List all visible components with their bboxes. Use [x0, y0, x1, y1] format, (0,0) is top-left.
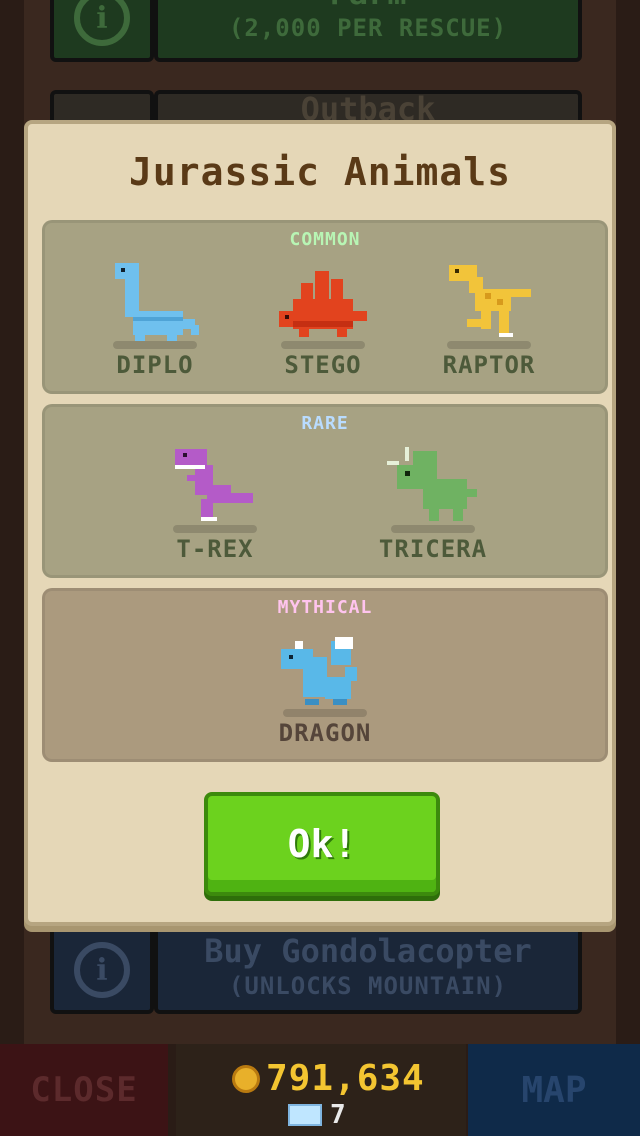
bottom-bar: CLOSE 791,634 7 MAP	[0, 1044, 640, 1136]
mythical-section: MYTHICAL DRAGON	[42, 588, 608, 762]
farm-subtitle: (2,000 PER RESCUE)	[228, 14, 508, 42]
section-title-rare: RARE	[301, 413, 349, 434]
stego-sprite-icon	[279, 271, 367, 337]
gondolacopter-subtitle: (UNLOCKS MOUNTAIN)	[228, 972, 508, 1000]
animal-name: STEGO	[284, 351, 362, 379]
bg-row-gondolacopter: i Buy Gondolacopter (UNLOCKS MOUNTAIN)	[50, 926, 590, 1014]
info-icon: i	[74, 942, 130, 998]
animal-name: DIPLO	[116, 351, 194, 379]
diplo-sprite-icon	[115, 263, 199, 341]
common-section: COMMON DIPLO STEGO RAPTOR	[42, 220, 608, 394]
gem-amount: 7	[330, 1100, 346, 1130]
rare-section: RARE T-REX TRICERA	[42, 404, 608, 578]
jurassic-animals-modal: Jurassic Animals COMMON DIPLO STEGO RAPT…	[24, 120, 616, 926]
bg-row-farm: i Farm (2,000 PER RESCUE)	[50, 0, 590, 62]
animal-name: TRICERA	[378, 535, 488, 563]
map-button[interactable]: MAP	[468, 1044, 640, 1136]
animal-raptor: RAPTOR	[419, 259, 559, 383]
info-button: i	[50, 926, 154, 1014]
dragon-sprite-icon	[281, 637, 357, 705]
animal-t-rex: T-REX	[145, 443, 285, 567]
t-rex-sprite-icon	[175, 449, 253, 521]
animal-name: T-REX	[176, 535, 254, 563]
tricera-sprite-icon	[387, 447, 477, 521]
farm-title: Farm	[158, 0, 578, 12]
currency-display: 791,634 7	[176, 1044, 466, 1136]
animal-stego: STEGO	[253, 259, 393, 383]
coin-amount: 791,634	[266, 1058, 425, 1099]
info-icon: i	[74, 0, 130, 46]
animal-diplo: DIPLO	[85, 259, 225, 383]
close-button[interactable]: CLOSE	[0, 1044, 168, 1136]
ok-button[interactable]: Ok!	[204, 792, 440, 896]
gondolacopter-label: Buy Gondolacopter (UNLOCKS MOUNTAIN)	[154, 926, 582, 1014]
coin-counter: 791,634	[232, 1058, 425, 1099]
animal-name: DRAGON	[278, 719, 372, 747]
animal-dragon: DRAGON	[255, 627, 395, 751]
section-title-common: COMMON	[289, 229, 361, 250]
section-title-mythical: MYTHICAL	[277, 597, 373, 618]
animal-name: RAPTOR	[442, 351, 536, 379]
raptor-sprite-icon	[449, 265, 531, 337]
gondolacopter-title: Buy Gondolacopter	[204, 932, 532, 970]
modal-title: Jurassic Animals	[128, 150, 512, 194]
coin-icon	[232, 1064, 260, 1093]
animal-tricera: TRICERA	[363, 443, 503, 567]
gem-counter: 7	[288, 1100, 346, 1130]
farm-label: Farm (2,000 PER RESCUE)	[154, 0, 582, 62]
gem-ticket-icon	[288, 1104, 322, 1126]
info-button: i	[50, 0, 154, 62]
